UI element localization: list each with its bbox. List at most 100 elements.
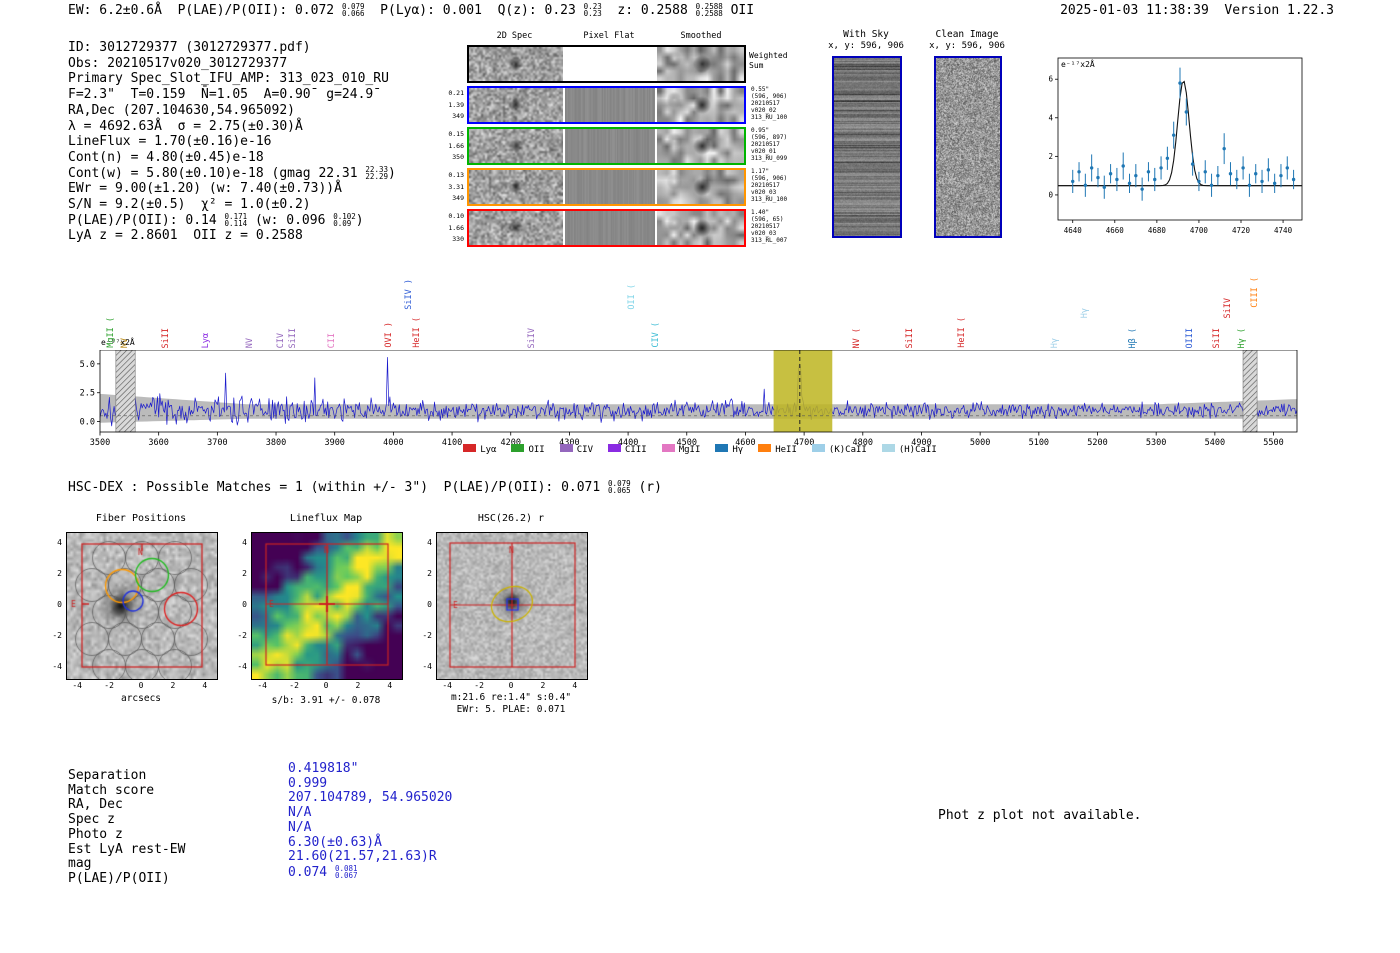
text-segment: LineFlux = 1.70(±0.16)e-16 — [68, 134, 272, 150]
text-segment: EWr = 9.00(±1.20) (w: 7.40(±0.73))Å — [68, 181, 342, 197]
match-row-label: RA, Dec — [68, 797, 123, 813]
text-segment: 0.419818" — [288, 761, 359, 776]
scale-value: 330 — [452, 235, 464, 243]
svg-text:4: 4 — [1048, 113, 1053, 122]
spec2d-row-fiber-labels: 0.95" (596, 897) 20210517 v020_01 313_RU_099 — [751, 127, 787, 162]
text-segment: Cont(w) = 5.80(±0.10)e-18 (gmag 22.31 — [68, 165, 366, 181]
spec2d-row-scale-labels: 0.13 3.31 349 — [440, 170, 464, 205]
legend-swatch — [559, 444, 573, 452]
fiber-info-line: 313_RU_100 — [751, 114, 788, 121]
spec2d-row — [467, 168, 746, 206]
hsc-dex-summary: HSC-DEX : Possible Matches = 1 (within +… — [68, 480, 662, 496]
fiber-info-line: 20210517 — [751, 141, 780, 148]
svg-text:6: 6 — [1048, 75, 1053, 84]
text-segment: ) — [355, 212, 364, 228]
clean-image-title: Clean Image — [935, 29, 999, 40]
legend-label: (H)CaII — [898, 445, 937, 455]
lower-value: 0.23 — [583, 9, 602, 18]
spectral-line-label: SiII — [904, 327, 915, 348]
full-spectrum-ylabel: e⁻¹⁷x2Å — [101, 338, 135, 347]
legend-label: CIII — [625, 445, 647, 455]
svg-text:4660: 4660 — [1106, 226, 1125, 235]
spec2d-row-scale-labels: 0.10 1.66 330 — [440, 211, 464, 246]
smoothed-cell — [657, 47, 744, 81]
legend-item: CIII — [608, 444, 647, 455]
x-tick-label: 0 — [323, 681, 329, 690]
fiber-info-line: v020_03 — [751, 189, 777, 196]
info-line: Cont(n) = 4.80(±0.45)e-18 — [68, 150, 396, 166]
text-segment: LyA z = 2.8601 OII z = 0.2588 — [68, 228, 303, 244]
stacked-uncertainty: 0.102 0.09 — [333, 212, 356, 227]
scale-value: 1.39 — [448, 100, 464, 109]
scale-value: 0.15 — [448, 130, 464, 138]
spectral-line-label: SiII — [1212, 327, 1223, 348]
spectral-line-label: HeII ( — [956, 317, 967, 348]
info-line: λ = 4692.63Å σ = 2.75(±0.30)Å — [68, 119, 396, 135]
timestamp-version: 2025-01-03 11:38:39 Version 1.22.3 — [1060, 3, 1334, 18]
match-row-value: 0.074 0.081 0.067 — [288, 865, 452, 881]
text-segment: Cont(n) = 4.80(±0.45)e-18 — [68, 149, 264, 165]
x-tick-label: 4 — [202, 681, 208, 690]
spec2d-row — [467, 127, 746, 165]
y-tick-label: 0 — [242, 600, 247, 609]
spectral-line-label: SiIV — [1222, 297, 1233, 318]
svg-text:4700: 4700 — [1190, 226, 1209, 235]
spec2d-row — [467, 209, 746, 247]
match-row-label: Photo z — [68, 826, 123, 842]
fiber-info-line: v020_01 — [751, 148, 777, 155]
legend-swatch — [661, 444, 675, 452]
y-tick-label: 2 — [57, 568, 62, 578]
spectral-line-label: HeII ( — [412, 317, 423, 348]
spectral-line-label: CIII ( — [1249, 277, 1260, 308]
lineflux-caption: s/b: 3.91 +/- 0.078 — [271, 695, 381, 706]
hsc-title: HSC(26.2) r — [477, 513, 545, 524]
smoothed-cell — [657, 88, 744, 122]
x-tick-label: -4 — [442, 681, 452, 690]
smoothed-cell — [657, 129, 744, 163]
legend-swatch — [881, 444, 895, 452]
match-row-label: Est LyA rest-EW — [68, 841, 186, 857]
spectral-line-label: NV — [244, 337, 255, 348]
spec2d-row-fiber-labels: 0.55" (596, 906) 20210517 v020_02 313_RU_100 — [751, 86, 787, 121]
lower-value: 0.065 — [608, 486, 631, 495]
match-row-label: P(LAE)/P(OII) — [68, 870, 170, 886]
match-row-value: 21.60(21.57,21.63)R — [288, 849, 452, 865]
x-tick-label: -2 — [474, 681, 484, 690]
spec2d-row-fiber-labels: 1.17" (596, 906) 20210517 v020_03 313_RU_100 — [751, 168, 787, 203]
legend-label: HeII — [775, 445, 797, 455]
fiber-info-line: Sum — [749, 61, 764, 70]
lower-value: 22.29 — [365, 171, 388, 181]
legend-swatch — [463, 444, 477, 452]
y-tick-label: 2 — [242, 568, 247, 578]
legend-swatch — [715, 444, 729, 452]
y-tick-label: -2 — [237, 631, 247, 641]
spectral-line-label: Hγ — [1079, 307, 1090, 318]
full-spectrum-plot: 3500 3600 3700 3800 3900 4000 4100 4200 4300 4400… — [80, 350, 1298, 448]
spectrum-legend: Lyα OII CIV CIII MgII Hγ HeII (K)CaII (H)CaII — [0, 444, 1400, 455]
info-line: Cont(w) = 5.80(±0.10)e-18 (gmag 22.31 22… — [68, 165, 396, 182]
smoothed-cell — [657, 170, 744, 204]
fiber-info-line: 20210517 — [751, 182, 780, 189]
y-tick-label: -4 — [237, 662, 247, 672]
match-row-value: 6.30(±0.63)Å — [288, 835, 452, 851]
spectral-line-label: OVI ) — [383, 322, 394, 348]
scale-value: 1.66 — [448, 223, 464, 232]
spectral-line-label: Lyα — [200, 332, 211, 348]
with-sky-coords: x, y: 596, 906 — [828, 41, 904, 51]
x-tick-label: -2 — [289, 681, 299, 690]
x-tick-label: 2 — [170, 681, 176, 690]
text-segment: P(Lyα): 0.001 Q(z): 0.23 — [364, 3, 584, 18]
x-tick-label: -4 — [257, 681, 267, 690]
svg-text:4640: 4640 — [1064, 226, 1083, 235]
svg-text:5.0: 5.0 — [80, 360, 95, 370]
zoom-plot: 0 2 4 6 4640 4660 4680 4700 4720 4740 e⁻¹⁷x2Å — [1048, 57, 1303, 235]
x-tick-label: -4 — [72, 681, 82, 690]
fiber-info-line: v020_02 — [751, 107, 777, 114]
legend-label: Hγ — [732, 445, 744, 455]
legend-swatch — [511, 444, 525, 452]
spectral-line-label: CIV — [275, 332, 286, 348]
pixel-flat-cell — [565, 170, 655, 204]
fiber-info-line: (596, 906) — [751, 175, 788, 182]
match-table-labels: Separation Match score RA, Dec Spec z Photo … — [68, 768, 186, 887]
text-segment: 0.074 — [288, 864, 335, 880]
